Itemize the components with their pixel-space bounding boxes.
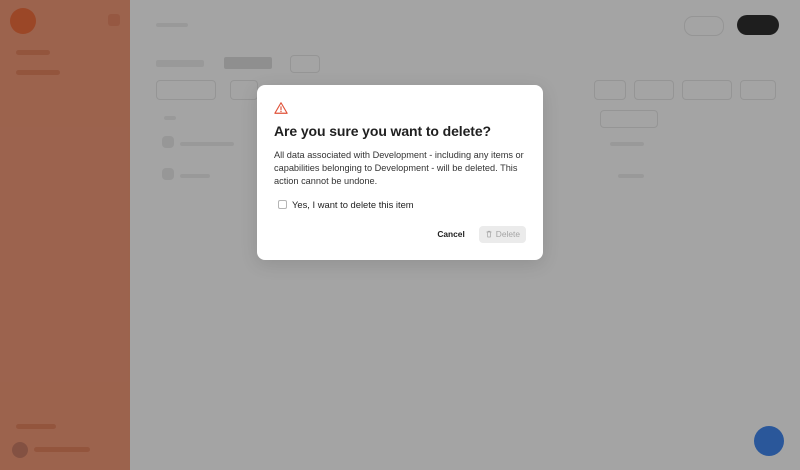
delete-button-label: Delete (495, 229, 520, 239)
dialog-actions: Cancel Delete (431, 225, 526, 243)
dialog-title: Are you sure you want to delete? (274, 123, 491, 139)
app-root: Are you sure you want to delete? All dat… (0, 0, 800, 470)
delete-button[interactable]: Delete (478, 225, 526, 243)
confirm-row[interactable]: Yes, I want to delete this item (278, 199, 526, 210)
cancel-button[interactable]: Cancel (431, 225, 470, 243)
delete-confirmation-dialog: Are you sure you want to delete? All dat… (257, 85, 543, 260)
confirm-delete-label[interactable]: Yes, I want to delete this item (292, 199, 414, 210)
trash-icon (486, 230, 492, 238)
dialog-message: All data associated with Development - i… (274, 150, 524, 186)
warning-triangle-icon (274, 102, 288, 114)
confirm-delete-checkbox[interactable] (278, 200, 287, 209)
